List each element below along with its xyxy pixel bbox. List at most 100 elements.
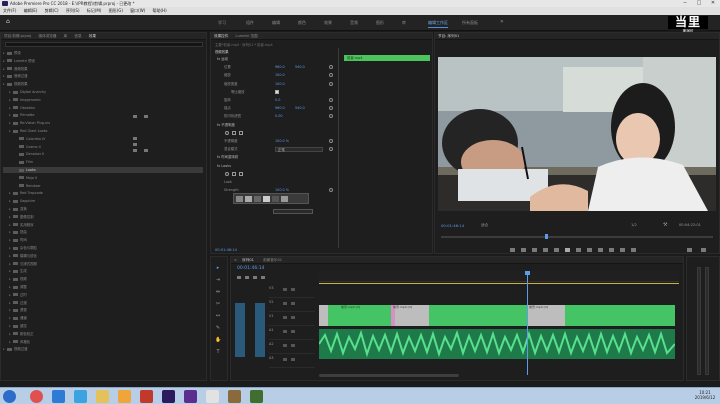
program-scrubber[interactable] <box>441 236 713 238</box>
taskbar-app-icon[interactable] <box>140 390 153 403</box>
reset-icon[interactable] <box>329 114 333 119</box>
snap-icon[interactable] <box>237 276 241 279</box>
effects-tree-item[interactable]: ▸ Red Trapcode <box>3 190 203 196</box>
toggle-sync-lock-icon[interactable] <box>283 330 287 333</box>
tab-media-browser[interactable]: 媒体浏览器 <box>39 34 57 38</box>
ec-value[interactable]: 100.0 <box>275 72 285 78</box>
look-thumb[interactable] <box>236 196 243 202</box>
effects-tree-item[interactable]: ▸ 过时 <box>3 292 203 298</box>
ec-value[interactable]: 540.0 <box>295 105 305 111</box>
maximize-button[interactable]: □ <box>692 0 706 7</box>
look-thumb[interactable] <box>263 196 270 202</box>
program-quality-select[interactable]: 1/2 <box>631 223 637 227</box>
folder-icon[interactable] <box>96 390 109 403</box>
ec-property[interactable]: fx 时间重映射 <box>217 154 238 160</box>
ec-property[interactable]: fx Looks <box>217 163 231 169</box>
looks-edit-button[interactable] <box>273 209 313 214</box>
ec-property[interactable]: 混合模式 <box>224 146 238 152</box>
workspace-tab-effects[interactable]: 效果 <box>324 20 332 26</box>
ec-property[interactable]: 不透明度 <box>224 138 238 144</box>
effects-tree-item[interactable]: ▸ 生成 <box>3 268 203 274</box>
toggle-sync-lock-icon[interactable] <box>283 316 287 319</box>
effects-tree-item[interactable]: ▸ Imagenomic <box>3 97 203 103</box>
toggle-output-icon[interactable] <box>291 344 295 347</box>
ec-property[interactable]: 防闪烁滤镜 <box>224 113 241 119</box>
add-button-icon[interactable] <box>687 248 692 252</box>
reset-icon[interactable] <box>329 139 333 143</box>
effects-tree-item[interactable]: ▸ 音频效果 <box>3 66 203 72</box>
work-area-bar[interactable] <box>319 283 679 284</box>
go-to-in-icon[interactable] <box>543 248 548 252</box>
effects-tree-item[interactable]: ▸ 沉浸式视频 <box>3 261 203 267</box>
rect-mask-icon[interactable] <box>232 130 236 135</box>
effects-tree-item[interactable]: ▸ Digital Anarchy <box>3 89 203 95</box>
razor-tool-icon[interactable]: ✂ <box>215 301 221 307</box>
menu-file[interactable]: 文件(F) <box>3 8 16 13</box>
effects-tree-item[interactable]: ▸ 扭曲 <box>3 229 203 235</box>
tab-libraries[interactable]: 库 <box>64 34 68 38</box>
taskbar-app-icon[interactable] <box>74 390 87 403</box>
toggle-output-icon[interactable] <box>291 302 295 305</box>
timeline-playhead[interactable] <box>527 271 528 375</box>
effects-tree-item[interactable]: ▸ 过渡 <box>3 300 203 306</box>
workspace-tab-editing[interactable]: 编辑 <box>272 20 280 26</box>
effects-tree-item[interactable]: ▸ Sapphire <box>3 198 203 204</box>
ec-value[interactable]: 100.0 <box>275 81 285 87</box>
effects-tree-item[interactable]: ▸ 风格化 <box>3 339 203 345</box>
effects-tree-item[interactable]: ▸ 模糊与锐化 <box>3 253 203 259</box>
ec-value[interactable]: 100.0 % <box>275 187 289 193</box>
close-button[interactable]: ✕ <box>706 0 720 7</box>
mark-out-icon[interactable] <box>532 248 537 252</box>
taskbar-app-icon[interactable] <box>184 390 197 403</box>
program-playhead[interactable] <box>545 234 548 239</box>
type-tool-icon[interactable]: T <box>215 349 221 355</box>
blend-mode-select[interactable]: 正常 <box>275 146 323 152</box>
ec-value[interactable]: 100.0 % <box>275 138 289 144</box>
effects-tree-item[interactable]: ▸ Lumetri 预设 <box>3 58 203 64</box>
timeline-ruler[interactable] <box>319 271 679 282</box>
track-select-tool-icon[interactable]: ⇥ <box>215 277 221 283</box>
effects-tree-item[interactable]: ▸ Primatte <box>3 112 203 118</box>
video-clip[interactable] <box>565 305 675 326</box>
effects-tree-item[interactable]: Film <box>3 159 203 165</box>
play-icon[interactable] <box>565 248 570 252</box>
effects-tree-item[interactable]: ▸ Obsidian <box>3 105 203 111</box>
effects-tree-item[interactable]: ▸ 视频效果 <box>3 81 203 87</box>
reset-icon[interactable] <box>329 188 333 193</box>
look-thumb[interactable] <box>254 196 261 202</box>
lift-icon[interactable] <box>598 248 603 252</box>
selection-tool-icon[interactable]: ▸ <box>215 265 221 271</box>
effects-tree-item[interactable]: Cosmo II <box>3 144 203 150</box>
reset-icon[interactable] <box>329 147 333 152</box>
effects-tree-item[interactable]: ▸ 图像控制 <box>3 214 203 220</box>
ec-value[interactable]: 960.0 <box>275 64 285 70</box>
taskbar-app-icon[interactable] <box>206 390 219 403</box>
premiere-taskbar-icon[interactable] <box>162 390 175 403</box>
effects-tree-item[interactable]: ▸ 透视 <box>3 307 203 313</box>
track-target-v1[interactable] <box>255 303 265 357</box>
tab-info[interactable]: 信息 <box>74 34 81 38</box>
menu-marker[interactable]: 标记(M) <box>87 8 102 13</box>
source-patch-v1[interactable] <box>235 303 245 357</box>
export-frame-icon[interactable] <box>620 248 625 252</box>
effects-tree-item[interactable]: ▸ 变换 <box>3 206 203 212</box>
settings-icon[interactable] <box>701 248 706 252</box>
minimize-button[interactable]: ─ <box>678 0 692 7</box>
ec-property[interactable]: 等比缩放 <box>231 89 245 95</box>
rect-mask-icon[interactable] <box>232 171 236 176</box>
pen-mask-icon[interactable] <box>239 130 243 135</box>
timeline-close-icon[interactable]: × <box>234 258 237 262</box>
effects-tree-item[interactable]: Mojo II <box>3 175 203 181</box>
effects-tree-item[interactable]: ▸ 颜色校正 <box>3 331 203 337</box>
effects-tree-item[interactable]: ▸ 预设 <box>3 50 203 56</box>
audio-waveform[interactable] <box>319 329 675 359</box>
ellipse-mask-icon[interactable] <box>225 130 229 135</box>
taskbar-app-icon[interactable] <box>30 390 43 403</box>
program-fit-select[interactable]: 适合 <box>481 223 488 228</box>
timeline-tab-sequence-2[interactable]: 前景音乐01 <box>263 258 282 262</box>
effects-search-input[interactable] <box>5 42 203 47</box>
marker-icon[interactable] <box>510 248 515 252</box>
reset-icon[interactable] <box>329 106 333 111</box>
taskbar-app-icon[interactable] <box>52 390 65 403</box>
effects-tree-item[interactable]: Denoiser II <box>3 151 203 157</box>
